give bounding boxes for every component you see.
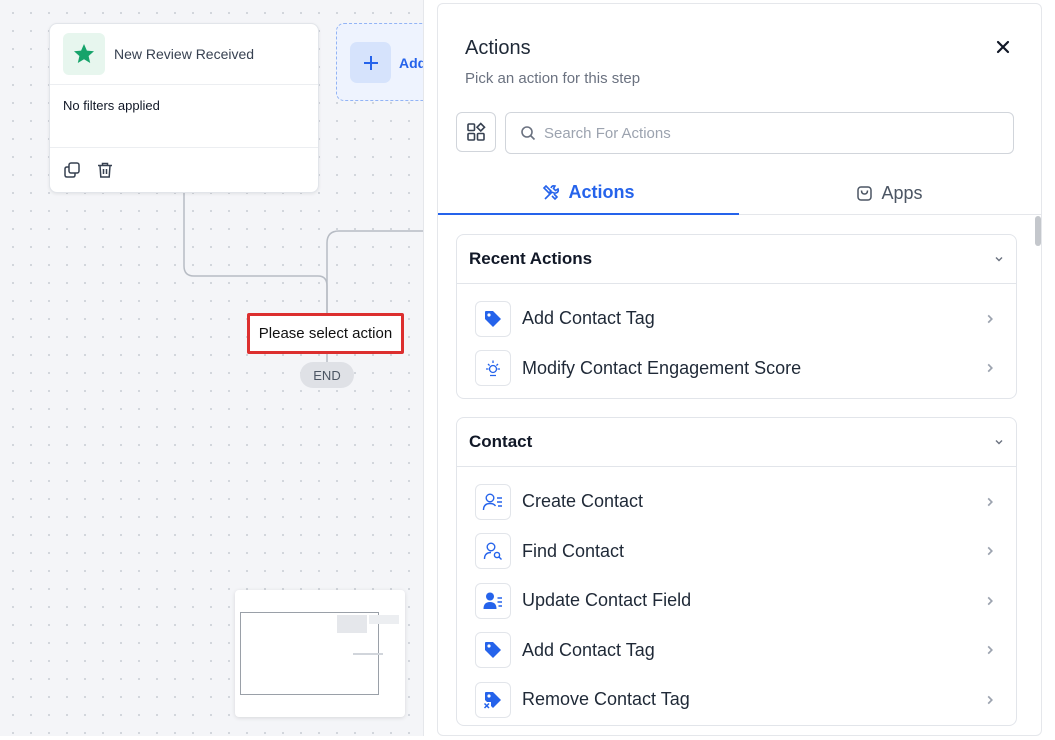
section-contact: Contact Create Contact Find Contact Upda… <box>456 417 1017 726</box>
panel-title: Actions <box>465 37 531 59</box>
action-item-find-contact[interactable]: Find Contact <box>457 527 1016 577</box>
section-recent-actions: Recent Actions Add Contact Tag Modify Co… <box>456 234 1017 399</box>
minimap-node <box>337 615 367 633</box>
action-item-create-contact[interactable]: Create Contact <box>457 477 1016 527</box>
workflow-canvas[interactable]: New Review Received No filters applied A… <box>0 0 424 736</box>
trigger-header: New Review Received <box>50 24 318 85</box>
action-item-modify-engagement-score[interactable]: Modify Contact Engagement Score <box>457 344 1016 394</box>
close-icon[interactable] <box>992 36 1014 58</box>
section-header[interactable]: Recent Actions <box>457 235 1016 284</box>
panel-subtitle: Pick an action for this step <box>465 70 641 87</box>
action-item-remove-contact-tag[interactable]: Remove Contact Tag <box>457 675 1016 725</box>
action-item-update-contact-field[interactable]: Update Contact Field <box>457 576 1016 626</box>
trigger-filters: No filters applied <box>50 85 318 148</box>
plus-icon <box>350 42 391 83</box>
sparkle-icon <box>475 350 511 387</box>
search-box[interactable] <box>505 112 1014 154</box>
actions-panel: Actions Pick an action for this step Act… <box>437 3 1042 736</box>
tag-icon <box>475 632 511 669</box>
tab-actions[interactable]: Actions <box>438 172 739 215</box>
action-item-add-contact-tag[interactable]: Add Contact Tag <box>457 626 1016 676</box>
minimap[interactable] <box>235 590 405 717</box>
pending-action-node[interactable]: Please select action <box>247 313 404 354</box>
action-item-add-contact-tag[interactable]: Add Contact Tag <box>457 294 1016 344</box>
tools-icon <box>543 184 560 200</box>
action-label: Add Contact Tag <box>522 639 655 660</box>
actions-list[interactable]: Recent Actions Add Contact Tag Modify Co… <box>438 216 1041 735</box>
user-list-icon <box>475 483 511 520</box>
category-grid-button[interactable] <box>456 112 496 152</box>
action-label: Create Contact <box>522 491 644 512</box>
minimap-node <box>369 615 399 624</box>
chevron-right-icon <box>987 646 993 655</box>
scrollbar-thumb[interactable] <box>1035 216 1041 246</box>
chevron-down-icon <box>995 440 1003 445</box>
chevron-right-icon <box>987 364 993 373</box>
copy-icon[interactable] <box>62 160 82 180</box>
tag-remove-icon <box>475 681 511 718</box>
section-title: Contact <box>469 432 533 451</box>
add-node-card[interactable]: Add <box>336 23 424 101</box>
user-edit-icon <box>475 582 511 619</box>
search-input[interactable] <box>544 124 984 142</box>
section-header[interactable]: Contact <box>457 418 1016 467</box>
search-icon <box>521 126 536 141</box>
action-label: Add Contact Tag <box>522 308 655 329</box>
chevron-right-icon <box>987 314 993 323</box>
add-node-label: Add <box>399 55 424 71</box>
star-icon <box>63 33 105 75</box>
tab-actions-label: Actions <box>568 182 635 202</box>
chevron-right-icon <box>987 497 993 506</box>
chevron-right-icon <box>987 547 993 556</box>
chevron-right-icon <box>987 695 993 704</box>
tag-icon <box>475 300 511 337</box>
action-label: Remove Contact Tag <box>522 689 690 710</box>
action-label: Modify Contact Engagement Score <box>522 357 802 378</box>
chevron-down-icon <box>995 257 1003 262</box>
trigger-title: New Review Received <box>114 46 255 62</box>
minimap-connector <box>353 653 383 655</box>
tab-apps-label: Apps <box>881 183 923 203</box>
chevron-right-icon <box>987 596 993 605</box>
user-search-icon <box>475 533 511 570</box>
trigger-toolbar <box>50 148 318 192</box>
trash-icon[interactable] <box>95 160 115 180</box>
tab-apps[interactable]: Apps <box>739 172 1040 215</box>
grid-icon <box>467 122 486 141</box>
action-label: Update Contact Field <box>522 590 692 611</box>
end-node: END <box>300 362 354 388</box>
tab-bar: Actions Apps <box>438 172 1041 215</box>
bag-icon <box>857 186 873 201</box>
section-title: Recent Actions <box>469 249 593 268</box>
trigger-card[interactable]: New Review Received No filters applied <box>49 23 319 193</box>
action-label: Find Contact <box>522 540 625 561</box>
